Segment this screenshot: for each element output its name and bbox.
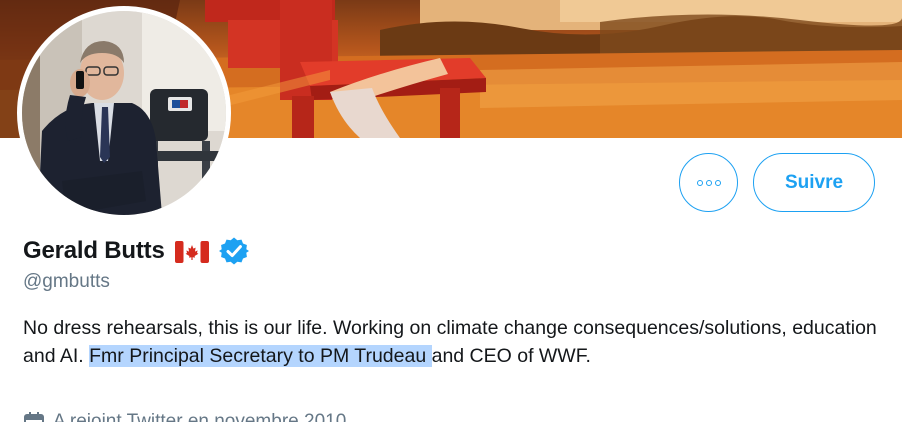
profile-name-row: Gerald Butts <box>23 233 249 269</box>
avatar-photo <box>22 11 226 215</box>
follow-button[interactable]: Suivre <box>753 153 875 212</box>
joined-date: A rejoint Twitter en novembre 2010 <box>53 411 347 422</box>
canada-flag-icon <box>174 241 209 263</box>
display-name: Gerald Butts <box>23 237 165 264</box>
more-options-button[interactable] <box>679 153 738 212</box>
bio-text-tail: and CEO of WWF. <box>431 345 591 367</box>
profile-handle: @gmbutts <box>23 271 110 292</box>
joined-date-row: A rejoint Twitter en novembre 2010 <box>23 410 346 422</box>
profile-avatar[interactable] <box>17 6 231 220</box>
calendar-icon <box>24 412 44 422</box>
bio-selected-text: Fmr Principal Secretary to PM Trudeau <box>89 345 432 367</box>
verified-badge-icon <box>218 237 249 265</box>
profile-bio: No dress rehearsals, this is our life. W… <box>23 314 883 370</box>
more-icon <box>696 179 721 186</box>
